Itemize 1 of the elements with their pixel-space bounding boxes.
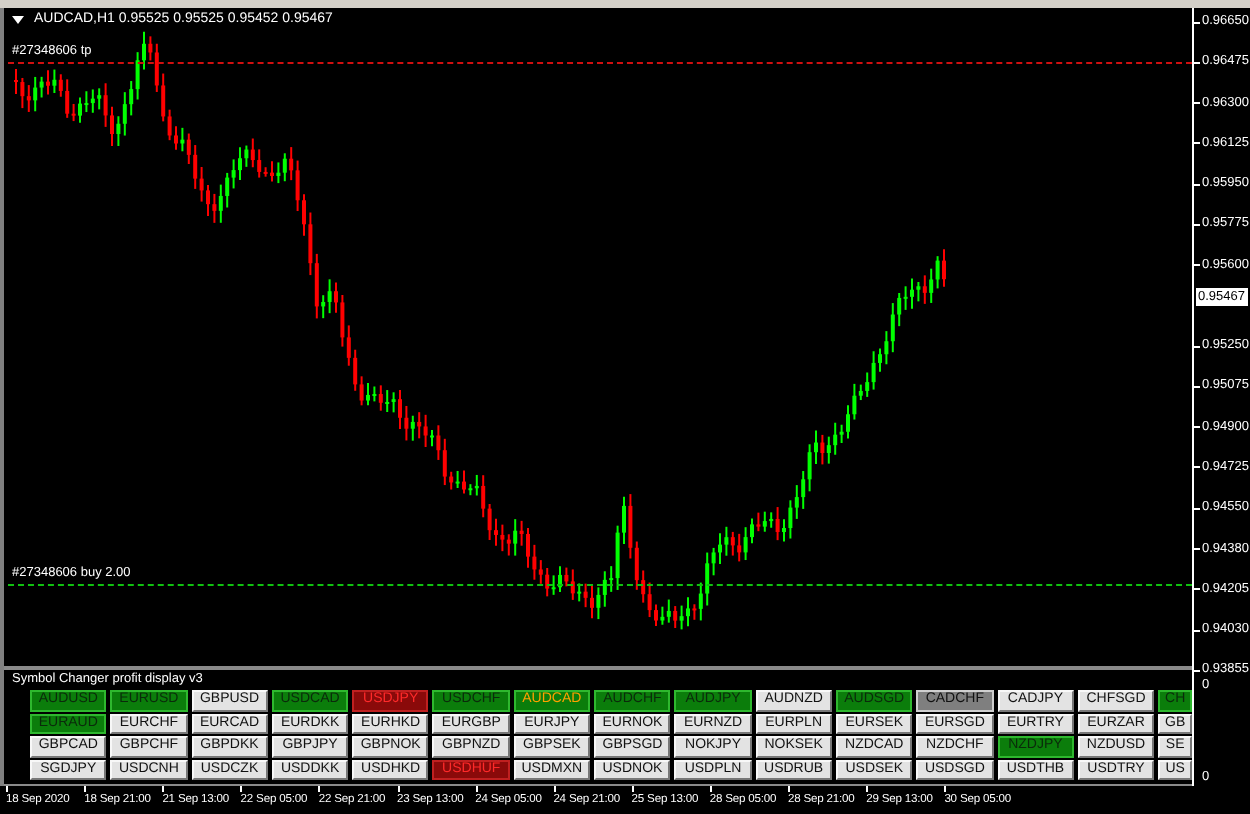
dropdown-icon[interactable] xyxy=(12,15,24,23)
